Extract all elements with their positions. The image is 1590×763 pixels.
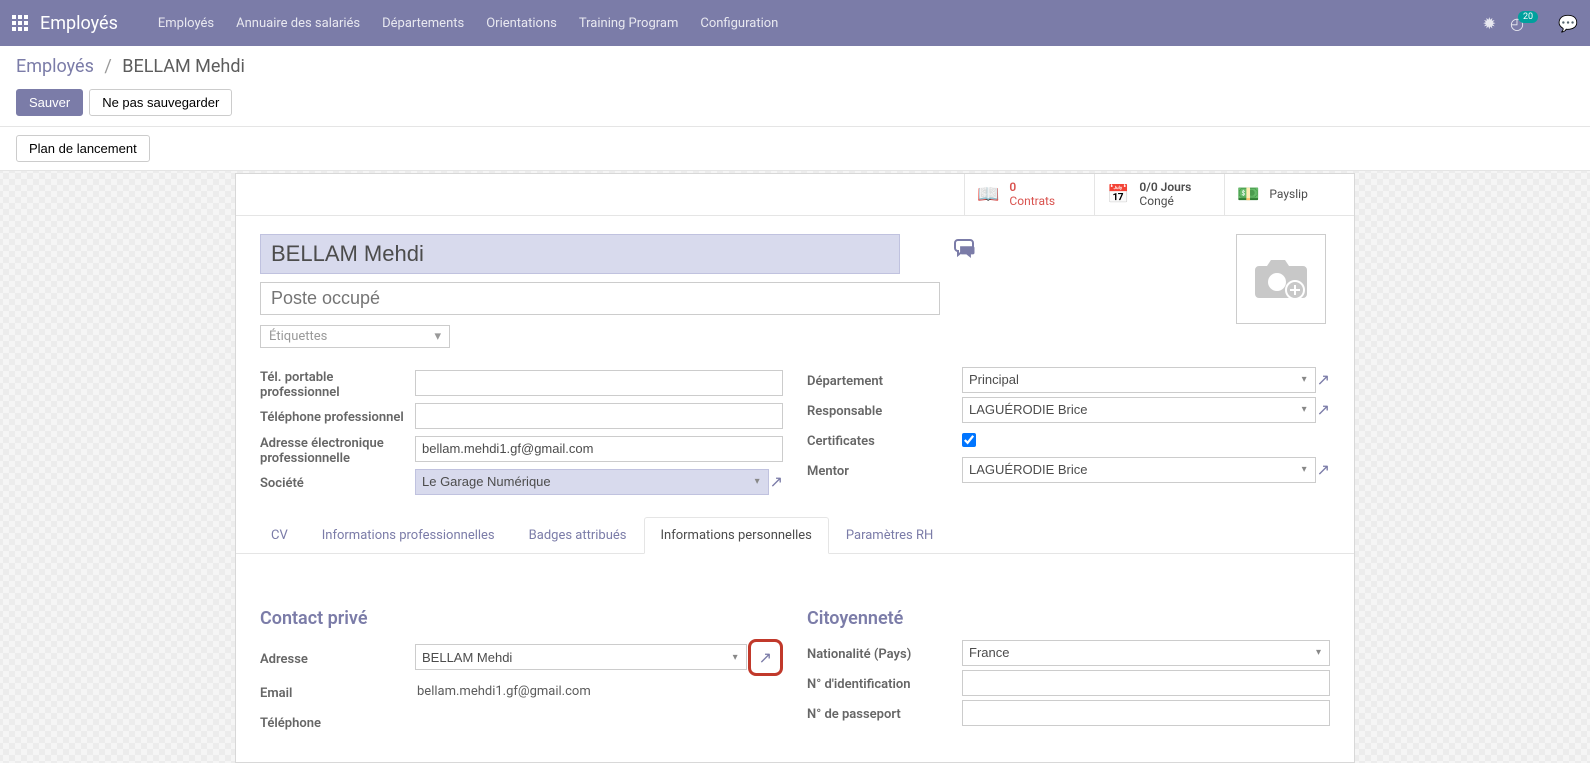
nationality-select[interactable] <box>962 640 1330 666</box>
manager-select[interactable] <box>962 397 1316 423</box>
menu-departments[interactable]: Départements <box>382 16 464 31</box>
menu-directory[interactable]: Annuaire des salariés <box>236 16 360 31</box>
chevron-down-icon: ▾ <box>434 329 441 344</box>
stat-payslip[interactable]: 💵 Payslip <box>1224 174 1354 215</box>
private-email-value: bellam.mehdi1.gf@gmail.com <box>415 684 591 699</box>
external-link-icon[interactable]: ↗ <box>1317 370 1330 389</box>
external-link-icon[interactable]: ↗ <box>770 472 783 491</box>
tab-bar: CV Informations professionnelles Badges … <box>236 516 1354 554</box>
department-select[interactable] <box>962 367 1316 393</box>
messages-icon[interactable] <box>954 238 978 266</box>
chat-icon[interactable]: 💬 <box>1558 14 1578 33</box>
tab-pro-info[interactable]: Informations professionnelles <box>305 517 512 554</box>
avatar-upload[interactable] <box>1236 234 1326 324</box>
activity-icon[interactable]: ◴20 <box>1510 14 1544 33</box>
certificates-checkbox[interactable] <box>962 433 976 447</box>
tab-cv[interactable]: CV <box>254 517 305 554</box>
tab-badges[interactable]: Badges attribués <box>512 517 644 554</box>
work-mobile-input[interactable] <box>415 370 783 396</box>
book-icon: 📖 <box>977 184 999 205</box>
external-link-icon[interactable]: ↗ <box>748 639 783 676</box>
menu-employees[interactable]: Employés <box>158 16 214 31</box>
discard-button[interactable]: Ne pas sauvegarder <box>89 89 232 116</box>
calendar-icon: 📅 <box>1107 184 1129 205</box>
breadcrumb-root[interactable]: Employés <box>16 56 94 77</box>
stat-leave[interactable]: 📅 0/0 JoursCongé <box>1094 174 1224 215</box>
form-sheet: 📖 0Contrats 📅 0/0 JoursCongé 💵 Payslip É… <box>235 173 1355 763</box>
launch-plan-button[interactable]: Plan de lancement <box>16 135 150 162</box>
breadcrumb: Employés / BELLAM Mehdi <box>16 56 1574 77</box>
work-email-input[interactable] <box>415 436 783 462</box>
menu-training[interactable]: Training Program <box>579 16 679 31</box>
passport-number-input[interactable] <box>962 700 1330 726</box>
breadcrumb-current: BELLAM Mehdi <box>122 56 245 77</box>
section-private-contact: Contact privé <box>260 608 783 629</box>
job-title-input[interactable] <box>260 282 940 315</box>
tab-hr-settings[interactable]: Paramètres RH <box>829 517 950 554</box>
app-brand[interactable]: Employés <box>40 13 118 34</box>
employee-name-input[interactable] <box>260 234 900 274</box>
apps-icon[interactable] <box>12 15 28 31</box>
bug-icon[interactable]: ✹ <box>1483 14 1496 33</box>
stat-contracts[interactable]: 📖 0Contrats <box>964 174 1094 215</box>
menu-config[interactable]: Configuration <box>700 16 778 31</box>
mentor-select[interactable] <box>962 457 1316 483</box>
section-citizenship: Citoyenneté <box>807 608 1330 629</box>
id-number-input[interactable] <box>962 670 1330 696</box>
external-link-icon[interactable]: ↗ <box>1317 400 1330 419</box>
menu-orientations[interactable]: Orientations <box>486 16 557 31</box>
top-navbar: Employés Employés Annuaire des salariés … <box>0 0 1590 46</box>
tags-input[interactable]: Étiquettes ▾ <box>260 325 450 348</box>
main-menu: Employés Annuaire des salariés Départeme… <box>158 16 1483 31</box>
tab-personal-info[interactable]: Informations personnelles <box>644 517 829 554</box>
external-link-icon[interactable]: ↗ <box>1317 460 1330 479</box>
money-icon: 💵 <box>1237 184 1259 205</box>
private-address-select[interactable] <box>415 644 747 670</box>
save-button[interactable]: Sauver <box>16 89 83 116</box>
company-select[interactable] <box>415 469 769 495</box>
work-phone-input[interactable] <box>415 403 783 429</box>
